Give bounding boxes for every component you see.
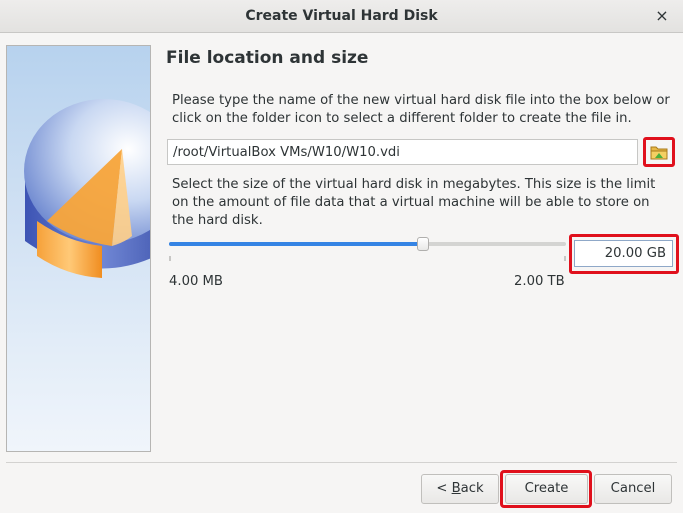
create-button-highlight (500, 470, 592, 508)
disk-size-input[interactable] (574, 240, 673, 267)
button-separator (6, 462, 677, 463)
slider-handle[interactable] (417, 237, 429, 251)
wizard-side-image (6, 45, 151, 452)
choose-folder-button[interactable] (643, 137, 675, 167)
close-button[interactable]: × (651, 5, 673, 27)
titlebar: Create Virtual Hard Disk × (0, 0, 683, 33)
cancel-button[interactable]: Cancel (594, 474, 672, 504)
size-description: Select the size of the virtual hard disk… (172, 177, 656, 228)
location-description: Please type the name of the new virtual … (172, 93, 670, 126)
folder-icon (650, 146, 668, 160)
page-title: File location and size (166, 48, 369, 68)
back-button-label: ack (460, 481, 484, 496)
window-title: Create Virtual Hard Disk (245, 8, 438, 24)
slider-min-label: 4.00 MB (169, 274, 223, 289)
slider-max-label: 2.00 TB (514, 274, 565, 289)
back-button-prefix: < (436, 481, 452, 496)
back-button-mnemonic: B (451, 481, 461, 496)
file-path-input[interactable] (167, 139, 638, 165)
slider-ticks (169, 256, 566, 261)
disk-size-slider[interactable] (169, 237, 566, 255)
back-button[interactable]: < Back (421, 474, 499, 504)
hard-disk-illustration-icon (24, 99, 150, 278)
slider-fill (169, 242, 423, 246)
create-virtual-hard-disk-dialog: Create Virtual Hard Disk × File location… (0, 0, 683, 513)
